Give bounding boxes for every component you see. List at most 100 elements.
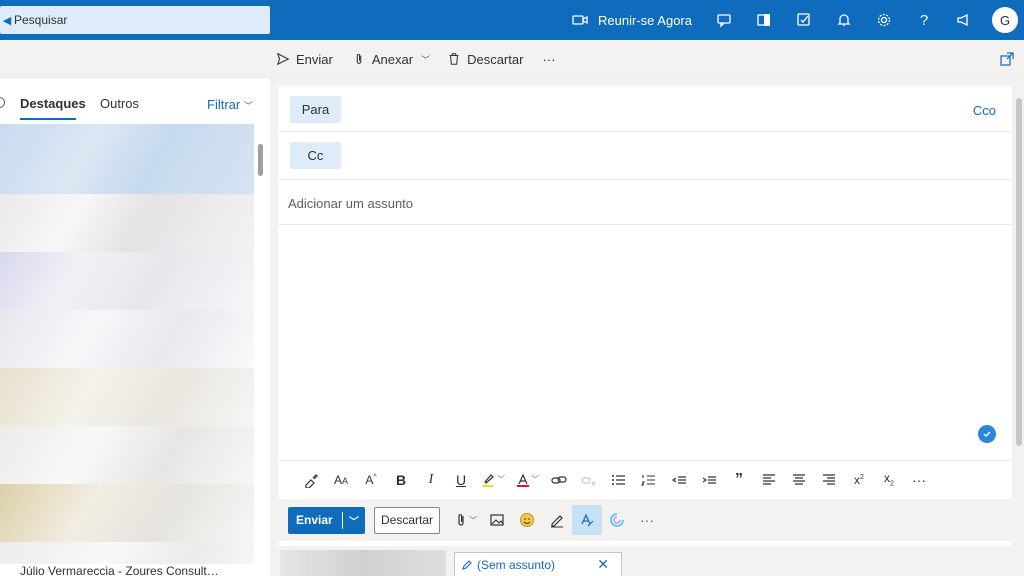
italic-icon: I xyxy=(428,471,434,487)
list-item[interactable] xyxy=(0,426,254,484)
numbering-icon xyxy=(641,474,655,486)
list-item[interactable] xyxy=(0,252,254,310)
list-scrollbar[interactable] xyxy=(256,124,264,564)
unlink-icon xyxy=(581,476,596,485)
quote-icon: ” xyxy=(735,470,743,488)
increase-indent-button[interactable] xyxy=(694,465,724,495)
format-painter-button[interactable] xyxy=(296,465,326,495)
insert-picture-button[interactable] xyxy=(482,505,512,535)
numbering-button[interactable] xyxy=(634,465,664,495)
list-item-sender[interactable]: Júlio Vermareccia - Zoures Consult… xyxy=(0,564,254,576)
list-scroll-thumb[interactable] xyxy=(258,144,263,176)
compose-scrollbar[interactable] xyxy=(1014,86,1024,546)
to-row[interactable]: Para Cco xyxy=(278,86,1012,132)
to-button[interactable]: Para xyxy=(290,96,341,123)
help-button[interactable]: ? xyxy=(904,0,944,40)
list-item[interactable] xyxy=(0,310,254,368)
tab-focused-indicator xyxy=(20,118,76,120)
attach-button[interactable]: ﹀ xyxy=(448,505,482,535)
font-size-button[interactable]: A^ xyxy=(356,465,386,495)
align-left-icon xyxy=(763,473,775,485)
font-color-icon xyxy=(517,473,529,487)
more-formatting-button[interactable]: ··· xyxy=(904,465,934,495)
more-options-button[interactable]: ··· xyxy=(632,505,662,535)
chat-button[interactable] xyxy=(704,0,744,40)
attach-action-button[interactable]: Anexar ﹀ xyxy=(342,40,439,78)
tab-message[interactable] xyxy=(280,550,446,576)
send-button[interactable]: Enviar ﹀ xyxy=(288,506,365,534)
more-icon: ··· xyxy=(542,51,556,67)
list-item[interactable] xyxy=(0,484,254,542)
signature-button[interactable] xyxy=(542,505,572,535)
underline-button[interactable]: U xyxy=(446,465,476,495)
trash-icon xyxy=(449,53,459,65)
search-box[interactable]: ◀ Pesquisar xyxy=(0,6,270,34)
font-icon: AA xyxy=(333,472,349,487)
highlight-button[interactable]: ﹀ xyxy=(476,465,510,495)
subject-input[interactable]: Adicionar um assunto xyxy=(288,196,413,211)
action-bar: Enviar Anexar ﹀ Descartar ··· xyxy=(0,40,1024,78)
attach-action-label: Anexar xyxy=(371,51,414,67)
more-actions-button[interactable]: ··· xyxy=(532,40,564,78)
insert-link-button[interactable] xyxy=(544,465,574,495)
feedback-button[interactable] xyxy=(944,0,984,40)
decrease-indent-button[interactable] xyxy=(664,465,694,495)
tab-focused[interactable]: Destaques xyxy=(20,96,86,111)
editor-button[interactable] xyxy=(572,505,602,535)
compose-pane: Para Cco Cc Adicionar um assunto AA A^ B… xyxy=(278,86,1012,546)
editor-check-icon[interactable] xyxy=(978,425,996,443)
compose-scroll-thumb[interactable] xyxy=(1016,98,1022,446)
list-item[interactable] xyxy=(0,368,254,426)
font-button[interactable]: AA xyxy=(326,465,356,495)
send-action-label: Enviar xyxy=(296,51,333,67)
subscript-button[interactable]: x2 xyxy=(874,465,904,495)
office-button[interactable] xyxy=(744,0,784,40)
meet-now-button[interactable]: Reunir-se Agora xyxy=(572,0,704,40)
bottom-tabs: (Sem assunto) ✕ xyxy=(270,548,1024,576)
avatar[interactable]: G xyxy=(992,7,1018,33)
bullets-button[interactable] xyxy=(604,465,634,495)
bold-button[interactable]: B xyxy=(386,465,416,495)
tasks-button[interactable] xyxy=(784,0,824,40)
filter-button[interactable]: Filtrar ﹀ xyxy=(207,97,253,112)
align-center-button[interactable] xyxy=(784,465,814,495)
popout-icon[interactable] xyxy=(1000,52,1014,66)
tasks-icon xyxy=(797,13,810,26)
notifications-button[interactable] xyxy=(824,0,864,40)
remove-link-button[interactable] xyxy=(574,465,604,495)
discard-action-button[interactable]: Descartar xyxy=(439,40,532,78)
select-all-icon[interactable] xyxy=(0,97,5,108)
settings-button[interactable] xyxy=(864,0,904,40)
search-input[interactable]: Pesquisar xyxy=(14,13,67,27)
list-item[interactable] xyxy=(0,542,254,564)
cc-button[interactable]: Cc xyxy=(290,142,341,169)
font-color-button[interactable]: ﹀ xyxy=(510,465,544,495)
superscript-button[interactable]: x2 xyxy=(844,465,874,495)
tab-draft[interactable]: (Sem assunto) ✕ xyxy=(454,552,622,576)
quote-button[interactable]: ” xyxy=(724,465,754,495)
align-left-button[interactable] xyxy=(754,465,784,495)
send-bar: Enviar ﹀ Descartar ﹀ ··· xyxy=(278,499,1012,541)
loop-button[interactable] xyxy=(602,505,632,535)
search-icon: ◀ xyxy=(2,14,12,27)
emoji-button[interactable] xyxy=(512,505,542,535)
close-icon[interactable]: ✕ xyxy=(597,556,609,573)
italic-button[interactable]: I xyxy=(416,465,446,495)
cc-row[interactable]: Cc xyxy=(278,132,1012,180)
send-button-label: Enviar xyxy=(288,511,343,529)
subscript-icon: x2 xyxy=(884,471,894,488)
discard-button[interactable]: Descartar xyxy=(374,506,440,534)
send-action-button[interactable]: Enviar xyxy=(276,40,342,78)
formatting-toolbar: AA A^ B I U ﹀ ﹀ ” x2 x2 ··· xyxy=(278,460,1012,498)
list-item[interactable] xyxy=(0,194,254,252)
chevron-down-icon[interactable]: ﹀ xyxy=(343,513,365,528)
align-right-button[interactable] xyxy=(814,465,844,495)
chat-icon xyxy=(717,14,731,28)
bold-icon: B xyxy=(395,471,407,488)
indent-icon xyxy=(702,475,716,484)
tab-other[interactable]: Outros xyxy=(100,96,139,111)
bcc-button[interactable]: Cco xyxy=(973,103,996,118)
send-icon xyxy=(276,52,290,66)
list-item[interactable] xyxy=(0,124,254,194)
top-right-actions: Reunir-se Agora ? G xyxy=(572,0,1024,40)
